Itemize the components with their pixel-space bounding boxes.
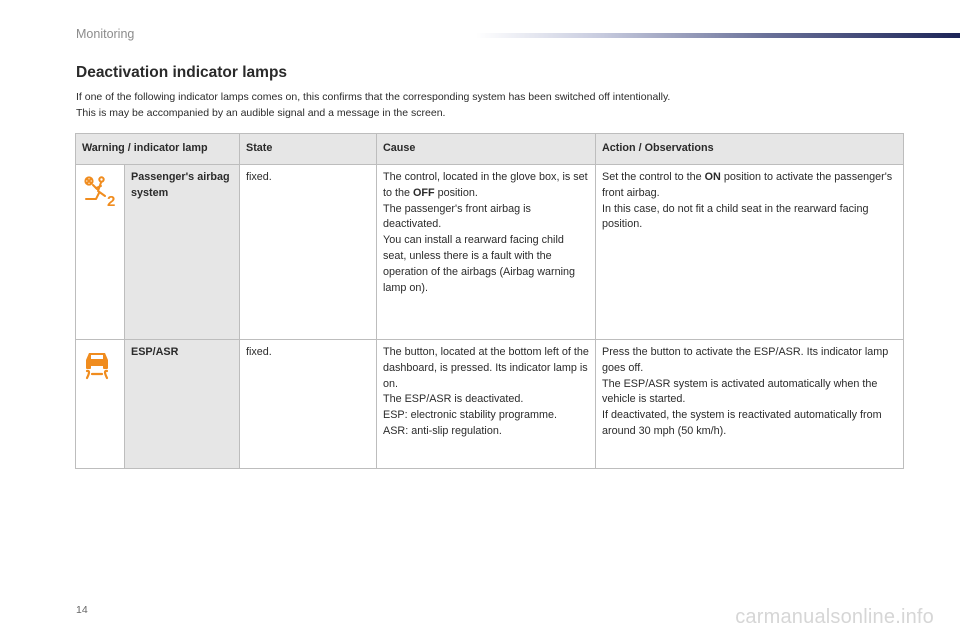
action-line: In this case, do not fit a child seat in… bbox=[602, 202, 869, 231]
lamp-name: Passenger's airbag system bbox=[124, 164, 240, 340]
cause-line: The passenger's front airbag is deactiva… bbox=[383, 202, 531, 231]
on-keyword: ON bbox=[704, 171, 721, 183]
cause-line: ESP: electronic stability programme. bbox=[383, 409, 558, 422]
intro-line-2: This is may be accompanied by an audible… bbox=[76, 106, 446, 119]
lamp-cause: The control, located in the glove box, i… bbox=[376, 164, 596, 340]
cause-line: You can install a rearward facing child … bbox=[383, 234, 576, 294]
intro-line-1: If one of the following indicator lamps … bbox=[76, 91, 671, 103]
lamp-state: fixed. bbox=[239, 164, 377, 340]
airbag-off-icon: 2 bbox=[82, 175, 118, 215]
action-line: Set the control to the ON position to ac… bbox=[602, 171, 893, 199]
cause-line: The ESP/ASR is deactivated. bbox=[383, 393, 524, 406]
header-gradient-bar bbox=[476, 33, 960, 38]
action-line: Press the button to activate the ESP/ASR… bbox=[602, 346, 889, 374]
intro-text: If one of the following indicator lamps … bbox=[76, 90, 896, 121]
lamp-name: ESP/ASR bbox=[124, 339, 240, 469]
watermark: carmanualsonline.info bbox=[735, 606, 934, 628]
header-warning-lamp: Warning / indicator lamp bbox=[75, 133, 240, 165]
table-header-row: Warning / indicator lamp State Cause Act… bbox=[75, 133, 904, 165]
action-line: If deactivated, the system is reactivate… bbox=[602, 409, 882, 437]
cause-line: ASR: anti-slip regulation. bbox=[383, 424, 502, 437]
header-cause: Cause bbox=[376, 133, 596, 165]
table-row: 2 Passenger's airbag system fixed. The c… bbox=[75, 164, 904, 340]
svg-text:2: 2 bbox=[107, 193, 115, 209]
lamp-cause: The button, located at the bottom left o… bbox=[376, 339, 596, 469]
section-title: Deactivation indicator lamps bbox=[76, 64, 288, 81]
table-row: ESP/ASR fixed. The button, located at th… bbox=[75, 339, 904, 469]
header-state: State bbox=[239, 133, 377, 165]
indicator-lamp-table: Warning / indicator lamp State Cause Act… bbox=[75, 133, 904, 469]
icon-cell: 2 bbox=[75, 164, 125, 340]
page-number: 14 bbox=[76, 604, 88, 616]
lamp-action: Set the control to the ON position to ac… bbox=[595, 164, 904, 340]
icon-cell bbox=[75, 339, 125, 469]
header-action: Action / Observations bbox=[595, 133, 904, 165]
esp-off-icon bbox=[82, 350, 112, 386]
off-keyword: OFF bbox=[413, 186, 435, 199]
lamp-action: Press the button to activate the ESP/ASR… bbox=[595, 339, 904, 469]
cause-line: The button, located at the bottom left o… bbox=[383, 346, 589, 390]
cause-line: The control, located in the glove box, i… bbox=[383, 171, 588, 199]
action-line: The ESP/ASR system is activated automati… bbox=[602, 377, 878, 406]
chapter-title: Monitoring bbox=[76, 27, 135, 41]
lamp-state: fixed. bbox=[239, 339, 377, 469]
